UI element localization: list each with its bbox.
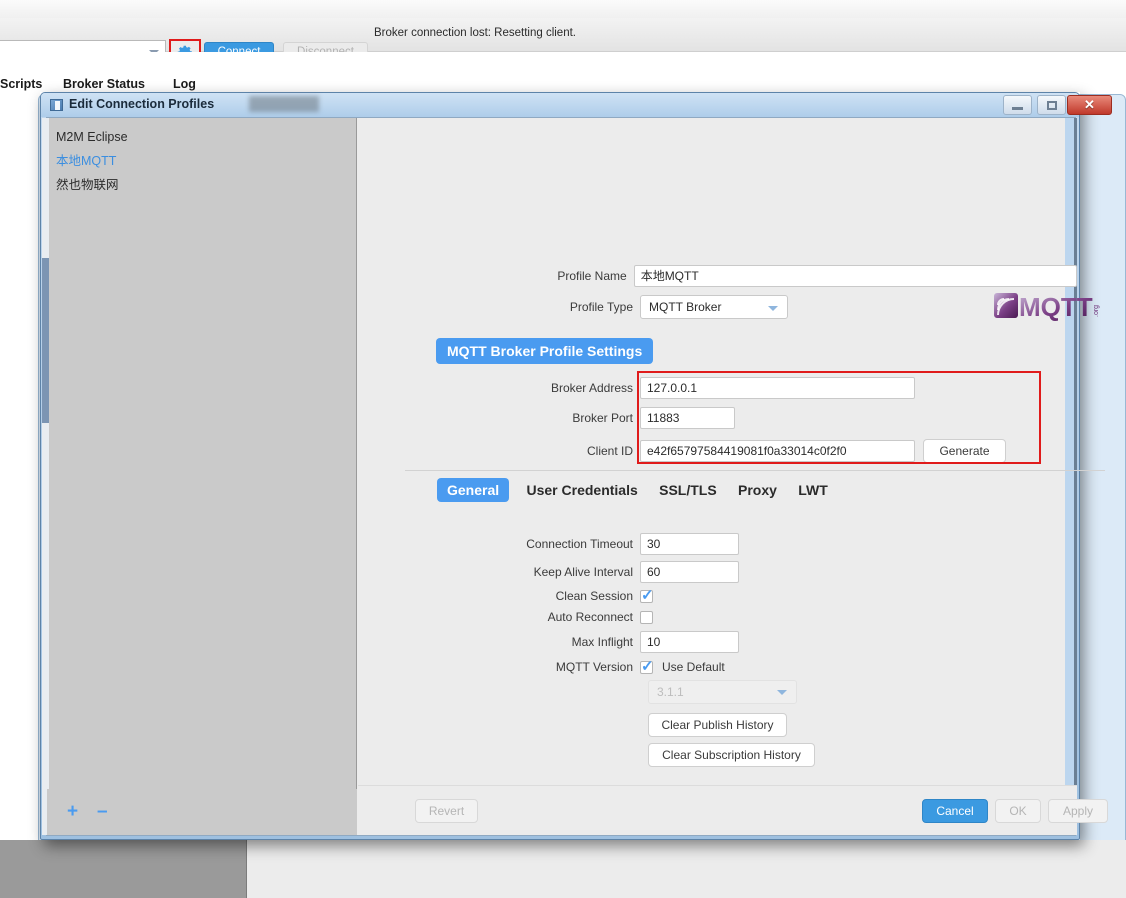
close-icon: ✕: [1084, 97, 1095, 112]
content-right-edge: [1074, 118, 1077, 835]
remove-profile-button[interactable]: –: [97, 802, 108, 821]
minimize-icon: [1012, 107, 1023, 110]
connection-timeout-label: Connection Timeout: [526, 537, 633, 551]
tab-proxy[interactable]: Proxy: [738, 478, 777, 502]
profile-type-value: MQTT Broker: [649, 300, 722, 314]
auto-reconnect-checkbox[interactable]: [640, 610, 653, 624]
connection-timeout-row: Connection Timeout 30: [47, 533, 1077, 555]
broker-address-row: Broker Address 127.0.0.1: [47, 377, 1077, 399]
section-title-mqtt-broker-profile-settings: MQTT Broker Profile Settings: [436, 338, 654, 364]
mqtt-version-value: 3.1.1: [657, 685, 684, 699]
client-id-row: Client ID e42f65797584419081f0a33014c0f2…: [47, 439, 1077, 463]
tab-ssl-tls[interactable]: SSL/TLS: [659, 478, 717, 502]
tab-broker-status[interactable]: Broker Status: [63, 77, 145, 91]
clear-subscription-history-button[interactable]: Clear Subscription History: [648, 743, 815, 767]
broker-address-input[interactable]: 127.0.0.1: [640, 377, 915, 399]
content-divider: [405, 470, 1105, 471]
dialog-title-bar[interactable]: Edit Connection Profiles ✕: [41, 93, 1112, 117]
revert-button: Revert: [415, 799, 478, 823]
redacted-title-region: [249, 96, 319, 112]
edit-connection-profiles-dialog: Edit Connection Profiles ✕ M2M Eclipse 本…: [40, 92, 1112, 840]
ok-button: OK: [995, 799, 1041, 823]
profile-name-row: Profile Name 本地MQTT: [47, 265, 1077, 287]
mqtt-version-select: 3.1.1: [648, 680, 797, 704]
svg-text:MQTT: MQTT: [1019, 292, 1093, 321]
apply-button: Apply: [1048, 799, 1108, 823]
profile-type-label: Profile Type: [569, 300, 633, 314]
window-icon: [50, 99, 63, 111]
mqtt-version-label: MQTT Version: [555, 660, 633, 674]
sidebar-scrollbar-track[interactable]: [42, 118, 49, 835]
dialog-title: Edit Connection Profiles: [69, 97, 215, 111]
profile-name-label: Profile Name: [557, 269, 627, 283]
tab-lwt[interactable]: LWT: [798, 478, 828, 502]
maximize-button[interactable]: [1037, 95, 1066, 115]
profile-list-item-m2m-eclipse[interactable]: M2M Eclipse: [47, 125, 357, 149]
broker-address-label: Broker Address: [550, 381, 633, 395]
background-right-panel: [246, 840, 1126, 898]
client-id-label: Client ID: [586, 444, 633, 458]
broker-port-row: Broker Port 11883: [47, 407, 1077, 429]
client-id-input[interactable]: e42f65797584419081f0a33014c0f2f0: [640, 440, 915, 462]
add-profile-button[interactable]: +: [67, 802, 78, 821]
clean-session-checkbox[interactable]: [640, 586, 654, 604]
tab-scripts[interactable]: Scripts: [0, 77, 42, 91]
toolbar-top-strip: [0, 0, 1126, 18]
background-left-panel: [0, 840, 246, 898]
keep-alive-input[interactable]: 60: [640, 561, 739, 583]
clean-session-label: Clean Session: [555, 589, 633, 603]
broker-port-input[interactable]: 11883: [640, 407, 735, 429]
generate-client-id-button[interactable]: Generate: [923, 439, 1006, 463]
tab-user-credentials[interactable]: User Credentials: [526, 478, 637, 502]
minimize-button[interactable]: [1003, 95, 1032, 115]
max-inflight-input[interactable]: 10: [640, 631, 739, 653]
profile-list: M2M Eclipse 本地MQTT 然也物联网: [47, 125, 357, 197]
auto-reconnect-row: Auto Reconnect: [47, 610, 1077, 624]
max-inflight-label: Max Inflight: [571, 635, 633, 649]
dialog-footer: Revert Cancel OK Apply: [358, 785, 1108, 835]
chevron-down-icon: [777, 690, 787, 695]
profile-list-item-ranye-iot[interactable]: 然也物联网: [47, 173, 357, 197]
connection-timeout-input[interactable]: 30: [640, 533, 739, 555]
auto-reconnect-label: Auto Reconnect: [547, 610, 633, 624]
max-inflight-row: Max Inflight 10: [47, 631, 1077, 653]
sidebar-footer: + –: [47, 789, 357, 835]
profiles-sidebar: M2M Eclipse 本地MQTT 然也物联网 + –: [42, 118, 357, 835]
mqtt-org-logo: MQTT .org: [994, 291, 1106, 322]
use-default-checkbox[interactable]: [640, 657, 654, 675]
svg-text:.org: .org: [1093, 305, 1100, 317]
close-button[interactable]: ✕: [1067, 95, 1112, 115]
tab-log[interactable]: Log: [173, 77, 196, 91]
cancel-button[interactable]: Cancel: [922, 799, 988, 823]
profile-name-input[interactable]: 本地MQTT: [633, 265, 1077, 287]
keep-alive-row: Keep Alive Interval 60: [47, 561, 1077, 583]
chevron-down-icon: [768, 306, 778, 311]
profile-type-row: Profile Type MQTT Broker: [47, 295, 1077, 319]
content-right-light-edge: [1065, 118, 1074, 835]
profile-type-select[interactable]: MQTT Broker: [640, 295, 788, 319]
clear-publish-history-button[interactable]: Clear Publish History: [648, 713, 787, 737]
settings-tab-strip: General User Credentials SSL/TLS Proxy L…: [437, 478, 846, 502]
main-tab-bar: [0, 52, 1126, 94]
dialog-body: M2M Eclipse 本地MQTT 然也物联网 + – Profile Nam…: [42, 117, 1108, 836]
clean-session-row: Clean Session: [47, 586, 1077, 604]
use-default-label: Use Default: [662, 660, 725, 674]
profile-list-item-local-mqtt[interactable]: 本地MQTT: [47, 149, 357, 173]
tab-general[interactable]: General: [437, 478, 510, 502]
broker-port-label: Broker Port: [572, 411, 633, 425]
maximize-icon: [1046, 100, 1057, 110]
dialog-frame: Edit Connection Profiles ✕ M2M Eclipse 本…: [40, 92, 1112, 840]
mqtt-version-row: MQTT Version Use Default: [47, 657, 1077, 675]
keep-alive-label: Keep Alive Interval: [533, 565, 633, 579]
status-message: Broker connection lost: Resetting client…: [374, 27, 576, 39]
